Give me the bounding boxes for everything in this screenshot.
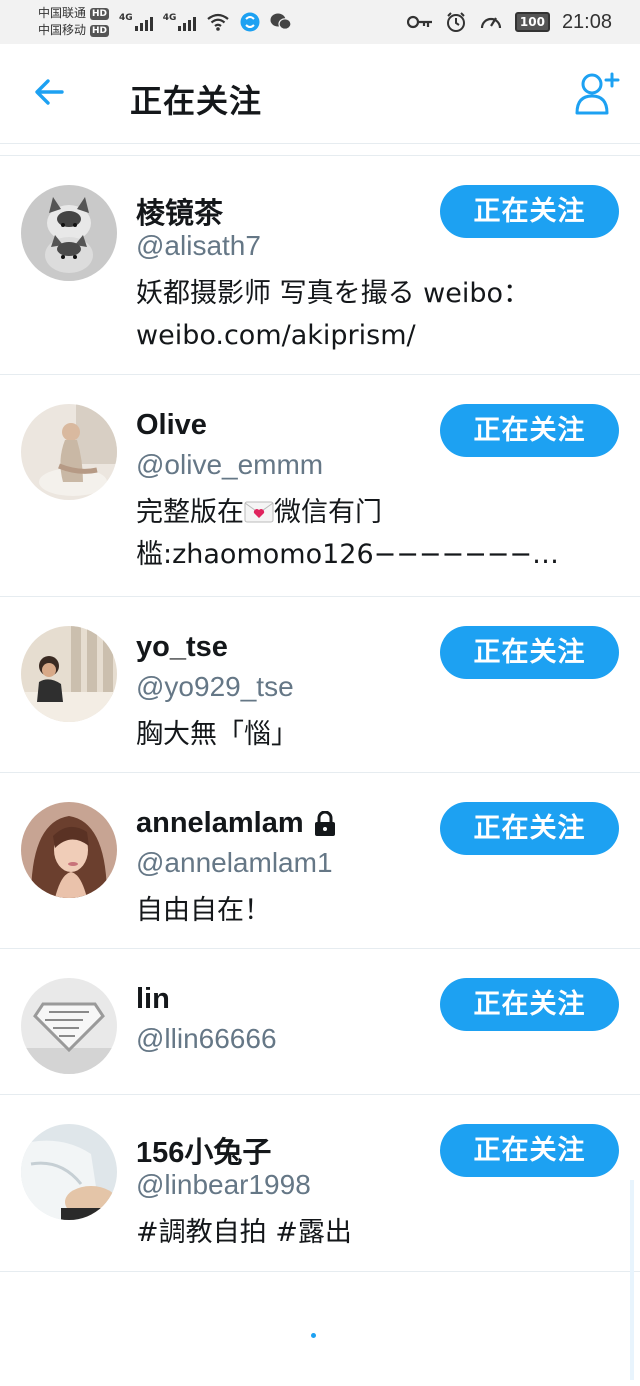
user-handle: @annelamlam1 [136,847,333,878]
avatar[interactable] [21,978,117,1074]
wechat-icon [270,13,292,30]
user-handle: @alisath7 [136,230,261,261]
following-button[interactable]: 正在关注 [440,802,619,855]
bio-line: 胸大無「惱」 [136,719,298,750]
list-item[interactable]: Olive @olive_emmm 完整版在 微信有门 槛:zhaomomo126… [0,375,640,597]
user-bio: 自由自在！ [136,890,576,932]
user-handle: @olive_emmm [136,449,324,480]
list-item[interactable]: lin @llin66666 正在关注 [0,949,640,1095]
key-icon [406,15,432,29]
loading-indicator [311,1333,316,1338]
name-line: lin [136,983,170,1016]
avatar[interactable] [21,802,117,898]
following-list: 棱镜茶 @alisath7 妖都摄影师 写真を撮る weibo： weibo.c… [0,155,640,1272]
following-button[interactable]: 正在关注 [440,1124,619,1177]
carrier-2: 中国移动 [38,23,87,37]
user-handle: @llin66666 [136,1023,277,1054]
user-name[interactable]: yo_tse [136,631,228,664]
avatar[interactable] [21,404,117,500]
status-right: 100 21:08 [406,10,612,34]
bio-line: weibo.com/akiprism/ [136,320,416,351]
bio-line: 妖都摄影师 写真を撮る weibo： [136,278,531,309]
avatar[interactable] [21,1124,117,1220]
name-line: Olive [136,409,207,442]
bio-line: #調教自拍 #露出 [136,1217,352,1248]
bio-line: 自由自在！ [136,895,271,926]
list-item[interactable]: annelamlam @annelamlam1 自由自在！ 正在关注 [0,773,640,949]
user-name[interactable]: lin [136,983,170,1016]
name-line: yo_tse [136,631,228,664]
bio-line: 完整版在 微信有门 [136,497,382,528]
photo-avatar-image [21,626,117,722]
clock: 21:08 [561,10,612,33]
photo-avatar-image [21,404,117,500]
user-bio: 妖都摄影师 写真を撮る weibo： weibo.com/akiprism/ [136,273,576,357]
lock-icon [314,810,335,836]
superman-shelf-avatar-image [21,978,117,1074]
top-bar: 正在关注 [0,44,640,144]
user-handle: @linbear1998 [136,1169,311,1200]
status-bar: 中国联通 HD 中国移动 HD 4G 4G 100 21:08 [0,0,640,44]
carrier-1: 中国联通 [38,6,87,20]
battery-indicator: 100 [514,12,550,32]
love-letter-emoji-icon [244,501,274,523]
sync-app-icon [240,12,260,32]
avatar[interactable] [21,185,117,281]
carrier-info: 中国联通 HD 中国移动 HD [38,5,110,39]
user-name[interactable]: annelamlam [136,807,304,840]
wifi-icon [207,13,230,31]
status-left: 中国联通 HD 中国移动 HD 4G 4G [38,5,292,39]
user-name[interactable]: Olive [136,409,207,442]
following-button[interactable]: 正在关注 [440,404,619,457]
user-bio: #調教自拍 #露出 [136,1212,576,1254]
page-title: 正在关注 [130,82,263,120]
user-name[interactable]: 棱镜茶 [136,190,223,232]
hd-badge: HD [90,24,110,37]
add-user-icon[interactable] [574,70,622,116]
list-item[interactable]: 棱镜茶 @alisath7 妖都摄影师 写真を撮る weibo： weibo.c… [0,156,640,375]
list-item[interactable]: yo_tse @yo929_tse 胸大無「惱」 正在关注 [0,597,640,773]
user-bio: 胸大無「惱」 [136,714,576,756]
husky-avatar-image [21,185,117,281]
avatar[interactable] [21,626,117,722]
following-button[interactable]: 正在关注 [440,185,619,238]
following-button[interactable]: 正在关注 [440,978,619,1031]
user-bio: 完整版在 微信有门 槛:zhaomomo126−−−−−−−… [136,492,576,576]
signal-1-icon: 4G [119,13,153,31]
back-arrow-icon[interactable] [32,74,68,110]
photo-avatar-image [21,802,117,898]
user-handle: @yo929_tse [136,671,294,702]
name-line: annelamlam [136,807,338,840]
scroll-indicator [630,1180,634,1380]
user-name[interactable]: 156小兔子 [136,1129,271,1171]
bio-line: 槛:zhaomomo126−−−−−−−… [136,539,559,570]
list-item[interactable]: 156小兔子 @linbear1998 #調教自拍 #露出 正在关注 [0,1095,640,1272]
speed-icon [480,17,501,29]
following-button[interactable]: 正在关注 [440,626,619,679]
alarm-icon [446,12,465,32]
name-line: 156小兔子 [136,1129,271,1171]
hd-badge: HD [90,7,110,20]
signal-2-icon: 4G [163,13,197,31]
name-line: 棱镜茶 [136,190,223,232]
photo-avatar-image [21,1124,117,1220]
